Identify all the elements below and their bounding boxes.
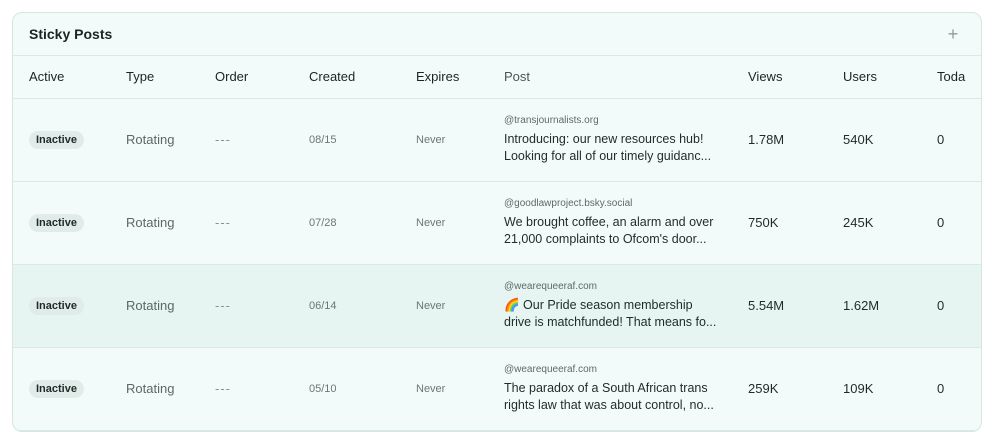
post-cell[interactable]: @wearequeeraf.com 🌈 Our Pride season mem…	[504, 264, 748, 348]
table-row[interactable]: Inactive Rotating --- 07/28 Never @goodl…	[13, 181, 981, 265]
plus-icon: +	[947, 23, 959, 44]
today-cell: 0	[937, 98, 981, 182]
views-cell: 5.54M	[748, 264, 843, 348]
column-header-type[interactable]: Type	[110, 56, 199, 99]
column-header-post[interactable]: Post	[504, 56, 748, 99]
status-badge[interactable]: Inactive	[29, 130, 84, 149]
today-cell: 0	[937, 264, 981, 348]
order-cell: ---	[199, 181, 293, 265]
post-text-line: 🌈 Our Pride season membership	[504, 297, 693, 312]
column-header-views[interactable]: Views	[748, 56, 843, 99]
sticky-posts-panel: Sticky Posts + Active Type Order Created…	[12, 12, 982, 432]
column-header-active[interactable]: Active	[13, 56, 110, 99]
column-header-today[interactable]: Toda	[937, 56, 981, 99]
post-author-handle[interactable]: @transjournalists.org	[504, 115, 748, 126]
active-cell: Inactive	[13, 264, 110, 348]
post-text-line: rights law that was about control, no...	[504, 397, 714, 412]
users-cell: 540K	[843, 98, 937, 182]
order-cell: ---	[199, 98, 293, 182]
created-cell: 05/10	[293, 347, 400, 431]
users-cell: 109K	[843, 347, 937, 431]
type-cell: Rotating	[110, 264, 199, 348]
views-cell: 750K	[748, 181, 843, 265]
expires-cell: Never	[400, 98, 504, 182]
status-badge[interactable]: Inactive	[29, 213, 84, 232]
users-cell: 245K	[843, 181, 937, 265]
active-cell: Inactive	[13, 347, 110, 431]
post-author-handle[interactable]: @wearequeeraf.com	[504, 281, 748, 292]
post-text-line: The paradox of a South African trans	[504, 380, 708, 395]
post-text-line: Looking for all of our timely guidanc...	[504, 148, 712, 163]
post-cell[interactable]: @goodlawproject.bsky.social We brought c…	[504, 181, 748, 265]
post-cell[interactable]: @transjournalists.org Introducing: our n…	[504, 98, 748, 182]
order-cell: ---	[199, 264, 293, 348]
add-sticky-post-button[interactable]: +	[941, 22, 965, 46]
post-text: We brought coffee, an alarm and over 21,…	[504, 214, 724, 248]
active-cell: Inactive	[13, 98, 110, 182]
type-cell: Rotating	[110, 347, 199, 431]
type-cell: Rotating	[110, 181, 199, 265]
views-cell: 259K	[748, 347, 843, 431]
column-header-order[interactable]: Order	[199, 56, 293, 99]
panel-title: Sticky Posts	[29, 26, 113, 42]
today-cell: 0	[937, 181, 981, 265]
post-text-line: 21,000 complaints to Ofcom's door...	[504, 231, 707, 246]
column-header-expires[interactable]: Expires	[400, 56, 504, 99]
created-cell: 06/14	[293, 264, 400, 348]
sticky-posts-table-wrap[interactable]: Active Type Order Created Expires Post V…	[13, 56, 981, 431]
expires-cell: Never	[400, 181, 504, 265]
status-badge[interactable]: Inactive	[29, 379, 84, 398]
post-text-line: We brought coffee, an alarm and over	[504, 214, 714, 229]
type-cell: Rotating	[110, 98, 199, 182]
today-cell: 0	[937, 347, 981, 431]
post-text-line: drive is matchfunded! That means fo...	[504, 314, 717, 329]
created-cell: 07/28	[293, 181, 400, 265]
expires-cell: Never	[400, 347, 504, 431]
post-text: Introducing: our new resources hub! Look…	[504, 131, 724, 165]
post-text-line: Introducing: our new resources hub!	[504, 131, 704, 146]
order-cell: ---	[199, 347, 293, 431]
views-cell: 1.78M	[748, 98, 843, 182]
table-row[interactable]: Inactive Rotating --- 05/10 Never @weare…	[13, 347, 981, 431]
table-header-row: Active Type Order Created Expires Post V…	[13, 56, 981, 99]
post-author-handle[interactable]: @wearequeeraf.com	[504, 364, 748, 375]
expires-cell: Never	[400, 264, 504, 348]
table-row[interactable]: Inactive Rotating --- 08/15 Never @trans…	[13, 98, 981, 182]
column-header-created[interactable]: Created	[293, 56, 400, 99]
post-text: The paradox of a South African trans rig…	[504, 380, 724, 414]
column-header-users[interactable]: Users	[843, 56, 937, 99]
status-badge[interactable]: Inactive	[29, 296, 84, 315]
table-row[interactable]: Inactive Rotating --- 06/14 Never @weare…	[13, 264, 981, 348]
panel-header: Sticky Posts +	[13, 13, 981, 56]
users-cell: 1.62M	[843, 264, 937, 348]
active-cell: Inactive	[13, 181, 110, 265]
post-cell[interactable]: @wearequeeraf.com The paradox of a South…	[504, 347, 748, 431]
post-author-handle[interactable]: @goodlawproject.bsky.social	[504, 198, 748, 209]
post-text: 🌈 Our Pride season membership drive is m…	[504, 297, 724, 331]
sticky-posts-table: Active Type Order Created Expires Post V…	[13, 56, 981, 431]
created-cell: 08/15	[293, 98, 400, 182]
